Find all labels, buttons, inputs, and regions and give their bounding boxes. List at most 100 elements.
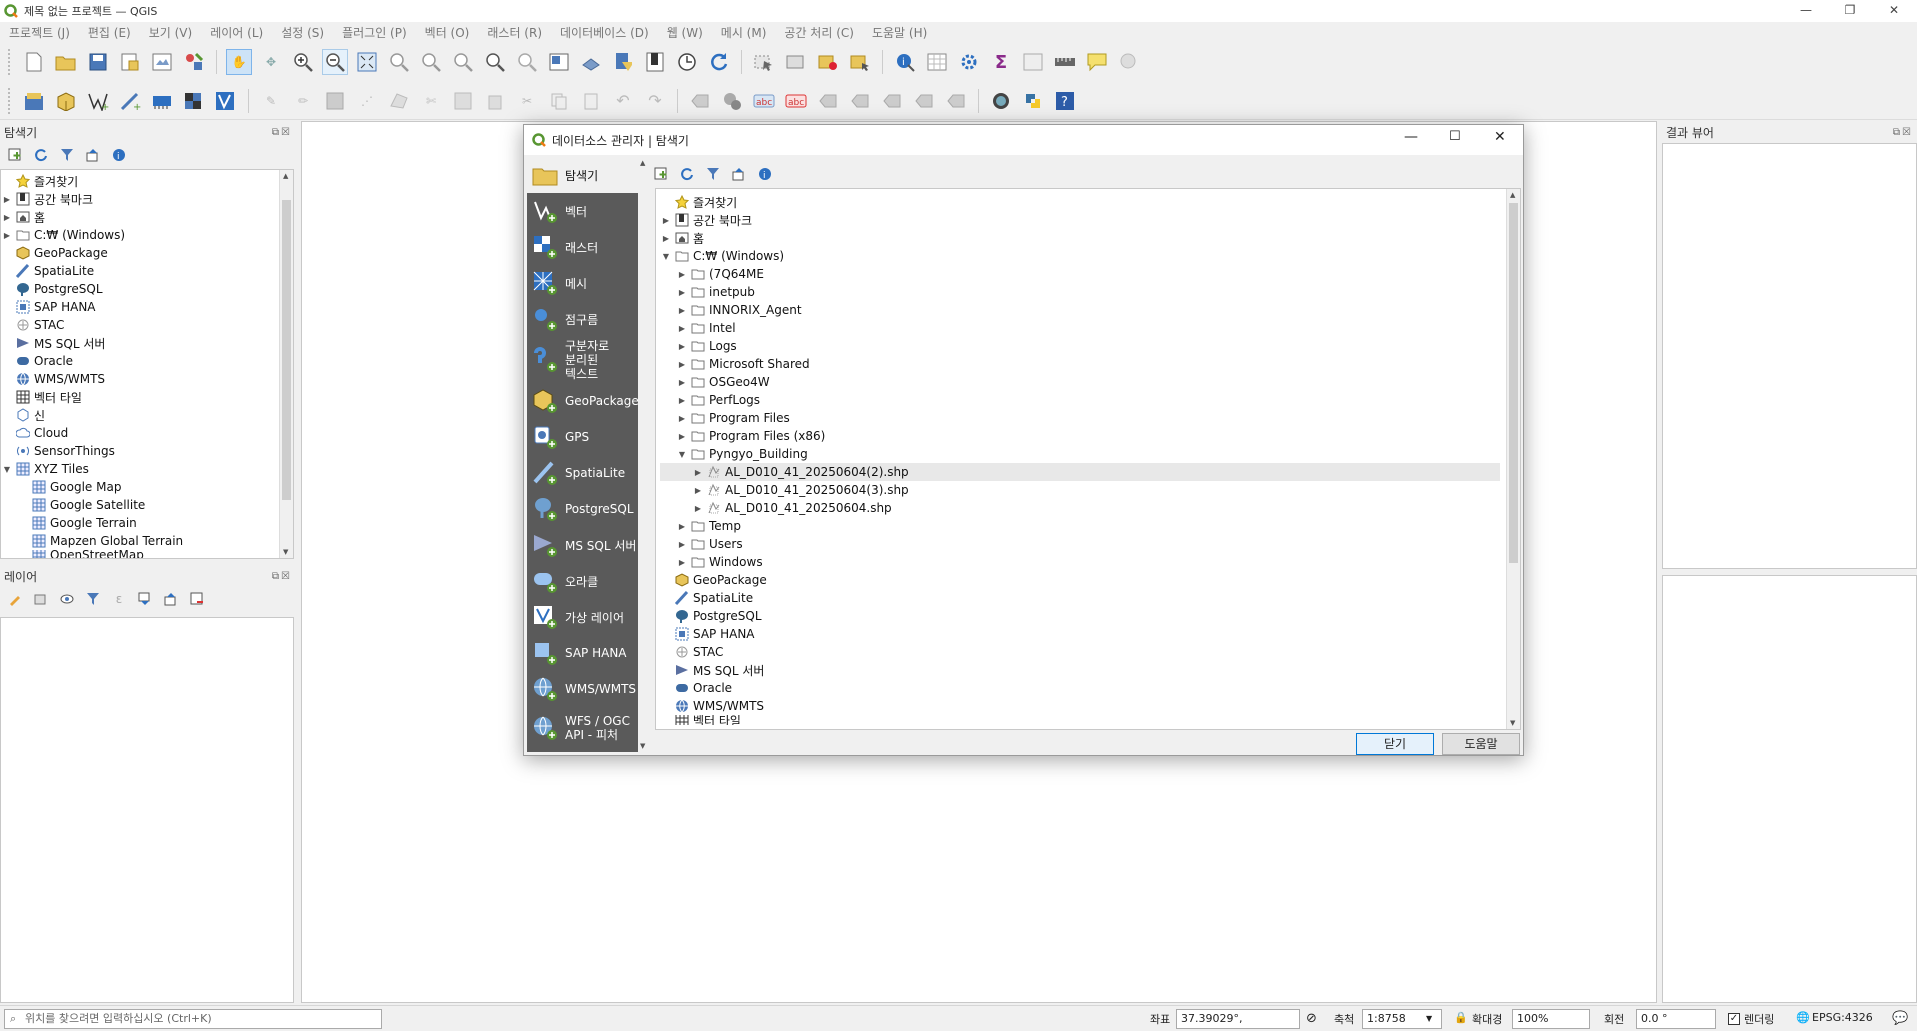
menu-processing[interactable]: 공간 처리 (C): [775, 24, 863, 41]
new-geopackage-layer-icon[interactable]: [53, 88, 79, 114]
dialog-tree-scrollbar[interactable]: ▲ ▼: [1506, 189, 1520, 729]
tree-item-bookmarks[interactable]: ▶ 공간 북마크: [1, 190, 279, 208]
results-list[interactable]: [1662, 143, 1917, 569]
zoom-layer-icon[interactable]: [418, 49, 444, 75]
zoom-selection-icon[interactable]: [386, 49, 412, 75]
tree-item-google-terrain[interactable]: Google Terrain: [1, 514, 279, 532]
tree-item-xyz-tiles[interactable]: ▼ XYZ Tiles: [1, 460, 279, 478]
python-console-icon[interactable]: [1020, 88, 1046, 114]
zoom-last-icon[interactable]: [482, 49, 508, 75]
add-selected-layers-icon[interactable]: [654, 167, 672, 184]
sidebar-item-spatialite[interactable]: SpatiaLite: [527, 455, 638, 491]
filter-legend-icon[interactable]: [84, 590, 102, 608]
sidebar-item-browser[interactable]: 탐색기: [527, 157, 638, 193]
sidebar-item-wfs[interactable]: WFS / OGC API - 피처: [527, 707, 638, 749]
tree-item-shapefile[interactable]: ▶ AL_D010_41_20250604(3).shp: [660, 481, 1500, 499]
save-as-icon[interactable]: [117, 49, 143, 75]
new-virtual-vector-icon[interactable]: [213, 88, 239, 114]
cut-features-icon[interactable]: ✂: [514, 88, 540, 114]
menu-layer[interactable]: 레이어 (L): [201, 24, 272, 41]
current-edits-icon[interactable]: ✎: [258, 88, 284, 114]
tree-item-scene[interactable]: 신: [1, 406, 279, 424]
pan-to-selection-icon[interactable]: ✥: [258, 49, 284, 75]
tree-folder[interactable]: ▶ (7Q64ME: [660, 265, 1500, 283]
sidebar-item-raster[interactable]: 래스터: [527, 229, 638, 265]
toolbar-grip[interactable]: [8, 49, 12, 75]
print-layout-icon[interactable]: [149, 49, 175, 75]
info-icon[interactable]: i: [110, 146, 128, 164]
sidebar-item-mssql[interactable]: MS SQL 서버: [527, 527, 638, 563]
dialog-maximize-button[interactable]: ☐: [1449, 129, 1461, 144]
new-virtual-layer-icon[interactable]: [181, 88, 207, 114]
tree-item-google-map[interactable]: Google Map: [1, 478, 279, 496]
new-shapefile-layer-icon[interactable]: +: [85, 88, 111, 114]
tree-item-spatialite[interactable]: SpatiaLite: [1, 262, 279, 280]
sidebar-item-postgresql[interactable]: PostgreSQL: [527, 491, 638, 527]
collapse-all-icon[interactable]: [84, 146, 102, 164]
manage-visibility-icon[interactable]: [58, 590, 76, 608]
tree-item-mssql[interactable]: MS SQL 서버: [1, 334, 279, 352]
statistical-summary-icon[interactable]: Σ: [988, 49, 1014, 75]
tree-item-oracle[interactable]: Oracle: [660, 679, 1500, 697]
open-datasource-manager-icon[interactable]: [21, 88, 47, 114]
panel-float-close-icon[interactable]: ⧉☒: [272, 571, 292, 582]
expand-all-icon[interactable]: [136, 590, 154, 608]
tree-folder[interactable]: ▶ Logs: [660, 337, 1500, 355]
tree-item-favorites[interactable]: 즐겨찾기: [1, 172, 279, 190]
zoom-full-icon[interactable]: [354, 49, 380, 75]
quickmapservices-icon[interactable]: [988, 88, 1014, 114]
tree-item-postgresql[interactable]: PostgreSQL: [660, 607, 1500, 625]
collapse-all-icon[interactable]: [732, 167, 750, 184]
tree-item-stac[interactable]: STAC: [1, 316, 279, 334]
results-detail[interactable]: [1662, 575, 1917, 1003]
show-bookmarks-icon[interactable]: [642, 49, 668, 75]
tree-folder[interactable]: ▶ PerfLogs: [660, 391, 1500, 409]
tree-item-bookmarks[interactable]: ▶ 공간 북마크: [660, 211, 1500, 229]
layer-labeling-icon[interactable]: [687, 88, 713, 114]
collapse-all-icon[interactable]: [162, 590, 180, 608]
tree-folder[interactable]: ▶ Temp: [660, 517, 1500, 535]
add-group-icon[interactable]: [32, 590, 50, 608]
menu-edit[interactable]: 편집 (E): [79, 24, 140, 41]
toolbar-grip[interactable]: [8, 87, 12, 114]
pin-labels-icon[interactable]: [815, 88, 841, 114]
tree-item-favorites[interactable]: 즐겨찾기: [660, 193, 1500, 211]
tree-folder[interactable]: ▶ INNORIX_Agent: [660, 301, 1500, 319]
minimize-button[interactable]: —: [1786, 0, 1826, 22]
open-project-icon[interactable]: [53, 49, 79, 75]
remove-layer-icon[interactable]: [188, 590, 206, 608]
zoom-out-icon[interactable]: [322, 49, 348, 75]
sidebar-item-mesh[interactable]: 메시: [527, 265, 638, 301]
tree-item-vector-tiles[interactable]: 벡터 타일: [1, 388, 279, 406]
toggle-editing-icon[interactable]: ✏: [290, 88, 316, 114]
menu-mesh[interactable]: 메시 (M): [712, 24, 776, 41]
menu-plugins[interactable]: 플러그인 (P): [333, 24, 416, 41]
vertex-tool-icon[interactable]: ✄: [418, 88, 444, 114]
new-memory-layer-icon[interactable]: [149, 88, 175, 114]
help-button[interactable]: 도움말: [1442, 733, 1520, 755]
close-window-button[interactable]: ✕: [1874, 0, 1914, 22]
crs-globe-icon[interactable]: 🌐: [1796, 1011, 1810, 1024]
sidebar-item-vector[interactable]: 벡터: [527, 193, 638, 229]
tree-item-vector-tiles[interactable]: 벡터 타일: [660, 715, 1500, 725]
menu-view[interactable]: 보기 (V): [140, 24, 201, 41]
toolbox-icon[interactable]: [956, 49, 982, 75]
sidebar-item-point-cloud[interactable]: 점구름: [527, 301, 638, 337]
redo-icon[interactable]: ↷: [642, 88, 668, 114]
tree-item-cloud[interactable]: Cloud: [1, 424, 279, 442]
tree-folder[interactable]: ▶ Windows: [660, 553, 1500, 571]
menu-database[interactable]: 데이터베이스 (D): [551, 24, 658, 41]
tree-item-wms[interactable]: WMS/WMTS: [1, 370, 279, 388]
copy-features-icon[interactable]: [546, 88, 572, 114]
digitize-icon[interactable]: ⋰: [354, 88, 380, 114]
browser-scrollbar[interactable]: ▲ ▼: [279, 170, 293, 558]
paste-features-icon[interactable]: [578, 88, 604, 114]
modify-attributes-icon[interactable]: [450, 88, 476, 114]
new-bookmark-icon[interactable]: [610, 49, 636, 75]
label-tool-icon[interactable]: abc: [751, 88, 777, 114]
tree-item-stac[interactable]: STAC: [660, 643, 1500, 661]
map-tips-icon[interactable]: [1084, 49, 1110, 75]
help-contents-icon[interactable]: ?: [1052, 88, 1078, 114]
layer-diagram-icon[interactable]: [719, 88, 745, 114]
tree-item-spatialite[interactable]: SpatiaLite: [660, 589, 1500, 607]
